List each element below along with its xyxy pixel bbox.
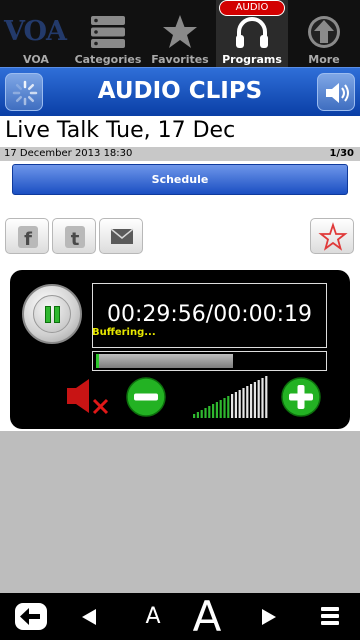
pause-bar-right xyxy=(54,306,60,323)
favorite-button[interactable] xyxy=(310,218,354,254)
volume-bar xyxy=(234,392,237,418)
left-triangle-icon xyxy=(82,609,96,625)
pause-bar-left xyxy=(45,306,51,323)
volume-bar xyxy=(208,406,211,418)
facebook-icon: f xyxy=(18,226,38,250)
volume-bar xyxy=(223,398,226,418)
previous-button[interactable] xyxy=(60,593,120,640)
tab-voa-label: VOA xyxy=(23,53,49,66)
email-icon xyxy=(110,228,134,244)
audio-badge: AUDIO xyxy=(219,0,285,16)
speaker-icon xyxy=(326,83,349,103)
page-counter: 1/30 xyxy=(329,148,354,159)
menu-button[interactable] xyxy=(300,593,360,640)
tab-voa[interactable]: VOA VOA xyxy=(0,0,72,67)
voa-logo-icon: VOA xyxy=(4,16,67,47)
article-date: 17 December 2013 18:30 xyxy=(4,148,133,159)
volume-bar xyxy=(219,400,222,418)
plus-circle-icon xyxy=(281,377,321,417)
bottom-toolbar: A A xyxy=(0,593,360,640)
arrow-up-circle-icon xyxy=(308,16,340,48)
font-larger-button[interactable]: A xyxy=(182,593,232,640)
twitter-icon: t xyxy=(65,226,85,250)
top-tab-bar: VOA VOA Categories Favorites Programs Mo… xyxy=(0,0,360,67)
volume-bar xyxy=(204,408,207,418)
volume-bar xyxy=(261,378,264,418)
volume-bar xyxy=(238,390,241,418)
mute-button[interactable] xyxy=(64,376,114,420)
title-bar: AUDIO CLIPS xyxy=(0,67,360,116)
headphones-icon xyxy=(236,17,268,48)
tab-favorites-label: Favorites xyxy=(151,53,209,66)
tab-programs-label: Programs xyxy=(222,53,282,66)
star-icon xyxy=(163,15,197,48)
volume-bar xyxy=(196,412,199,418)
minus-circle-icon xyxy=(126,377,166,417)
schedule-button[interactable]: Schedule xyxy=(12,164,348,195)
playback-time: 00:29:56/00:00:19 xyxy=(106,302,313,327)
star-outline-icon xyxy=(318,222,348,251)
volume-bar xyxy=(231,394,234,418)
volume-bar xyxy=(242,388,245,418)
app-screen: VOA VOA Categories Favorites Programs Mo… xyxy=(0,0,360,640)
right-triangle-icon xyxy=(262,609,276,625)
progress-bar[interactable] xyxy=(92,351,327,371)
volume-up-button[interactable] xyxy=(280,376,322,418)
volume-level[interactable] xyxy=(190,376,270,420)
volume-bar xyxy=(250,384,253,418)
menu-icon xyxy=(321,607,339,625)
tab-more[interactable]: More xyxy=(288,0,360,67)
mute-icon xyxy=(67,379,109,415)
tab-categories-label: Categories xyxy=(74,53,142,66)
article-meta: 17 December 2013 18:30 1/30 xyxy=(0,147,360,161)
volume-bar xyxy=(227,396,230,418)
facebook-glyph: f xyxy=(24,229,32,250)
article-headline: Live Talk Tue, 17 Dec xyxy=(0,116,360,147)
font-smaller-button[interactable]: A xyxy=(130,593,176,640)
tab-favorites[interactable]: Favorites xyxy=(144,0,216,67)
page-title: AUDIO CLIPS xyxy=(97,78,263,104)
email-share-button[interactable] xyxy=(99,218,143,254)
list-icon xyxy=(91,16,125,48)
volume-bar xyxy=(212,404,215,418)
twitter-glyph: t xyxy=(71,229,80,250)
time-display: 00:29:56/00:00:19 xyxy=(92,283,327,348)
volume-bar xyxy=(215,402,218,418)
next-button[interactable] xyxy=(240,593,300,640)
volume-bar xyxy=(257,380,260,418)
volume-bar xyxy=(200,410,203,418)
volume-bar xyxy=(253,382,256,418)
volume-down-button[interactable] xyxy=(125,376,167,418)
pause-button[interactable] xyxy=(22,284,82,344)
back-arrow-icon xyxy=(15,603,47,630)
facebook-share-button[interactable]: f xyxy=(5,218,49,254)
sound-button[interactable] xyxy=(317,73,355,111)
pause-icon xyxy=(33,295,71,333)
progress-fill xyxy=(96,354,233,368)
back-button[interactable] xyxy=(0,593,60,640)
tab-categories[interactable]: Categories xyxy=(72,0,144,67)
volume-bar xyxy=(265,376,268,418)
buffering-status: Buffering... xyxy=(92,327,156,338)
tab-more-label: More xyxy=(308,53,340,66)
volume-bar xyxy=(193,414,196,418)
twitter-share-button[interactable]: t xyxy=(52,218,96,254)
volume-bar xyxy=(246,386,249,418)
